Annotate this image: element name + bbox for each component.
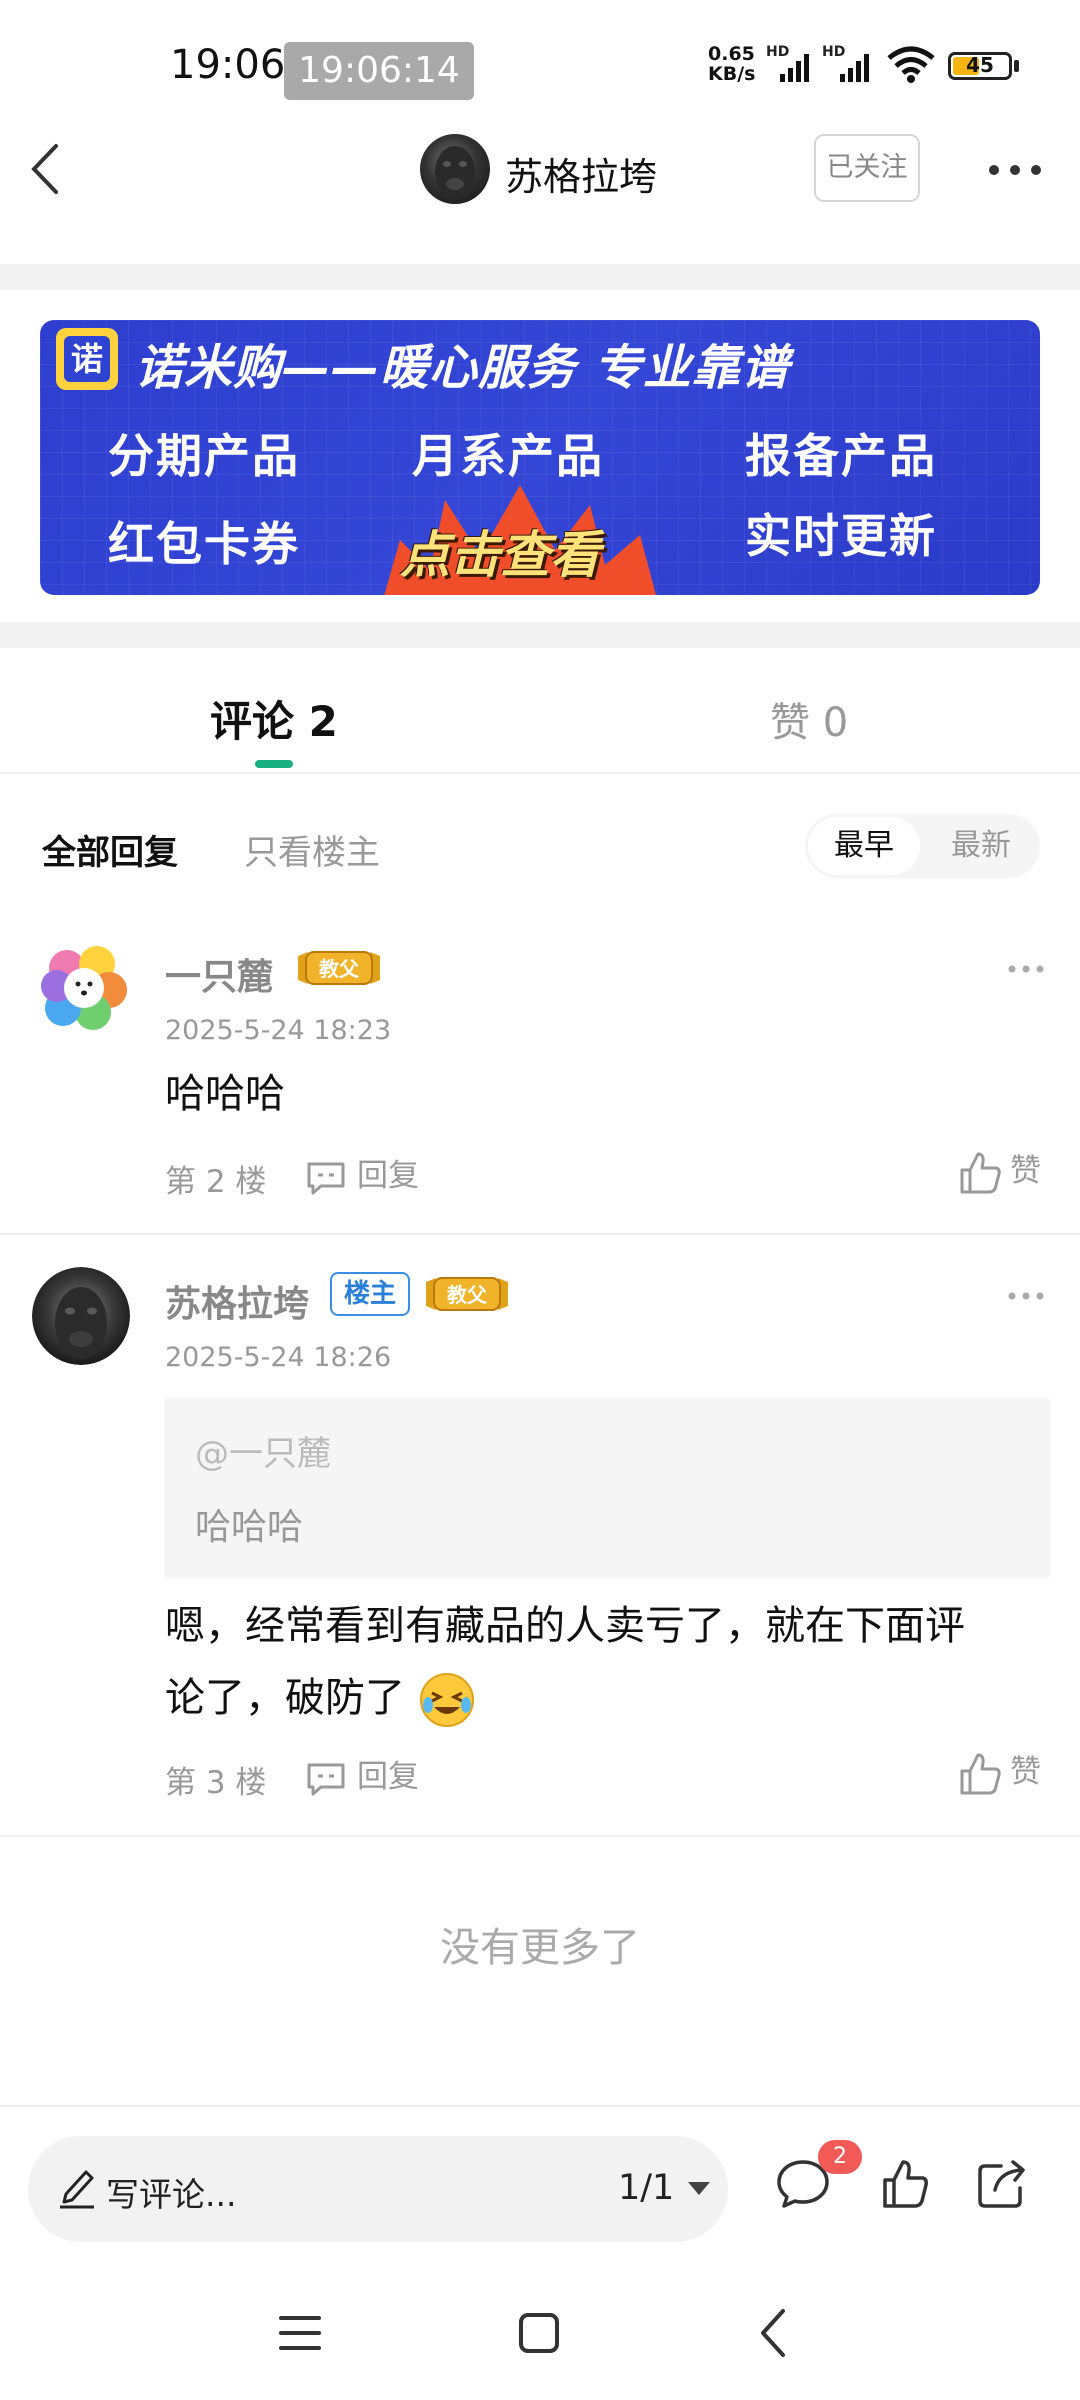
status-time: 19:06: [170, 42, 286, 88]
home-square-icon: [519, 2313, 559, 2353]
active-tab-indicator: [255, 760, 293, 768]
rank-badge-icon: 教父: [426, 1277, 508, 1311]
banner-item: 报备产品: [745, 429, 937, 483]
back-arrow-icon: [761, 2309, 785, 2357]
menu-icon: [279, 2316, 321, 2350]
network-speed: 0.65 KB/s: [708, 43, 756, 85]
commenter-name[interactable]: 苏格拉垮: [165, 1275, 309, 1327]
comment-text: 哈哈哈: [165, 1071, 285, 1117]
quoted-user: @一只麓: [195, 1434, 331, 1474]
chevron-left-icon: [31, 144, 58, 194]
write-comment-placeholder: 写评论...: [106, 2175, 237, 2214]
section-divider: [0, 622, 1080, 648]
comment-more-icon[interactable]: [1006, 1290, 1046, 1302]
quoted-text: 哈哈哈: [195, 1507, 304, 1548]
share-button[interactable]: [975, 2158, 1029, 2214]
caret-down-icon[interactable]: [688, 2182, 710, 2195]
tab-likes[interactable]: 赞 0: [770, 690, 848, 748]
commenter-avatar[interactable]: [35, 938, 133, 1036]
ad-banner[interactable]: 诺 诺米购——暖心服务 专业靠谱 分期产品 月系产品 报备产品 红包卡券 实时更…: [40, 320, 1040, 595]
nav-home-button[interactable]: [515, 2310, 563, 2360]
filter-op-only[interactable]: 只看楼主: [244, 825, 380, 874]
like-post-button[interactable]: [880, 2158, 930, 2214]
banner-item: 实时更新: [745, 509, 937, 563]
comment-more-icon[interactable]: [1006, 963, 1046, 975]
tab-divider: [0, 772, 1080, 774]
commenter-name[interactable]: 一只麓: [165, 948, 273, 1000]
comment-text-line: 论了，破防了: [165, 1662, 476, 1734]
comment-time: 2025-5-24 18:23: [165, 1015, 392, 1046]
comment-text-line: 嗯，经常看到有藏品的人卖亏了，就在下面评: [165, 1603, 965, 1649]
banner-title: 诺米购——暖心服务 专业靠谱: [135, 340, 790, 396]
laugh-cry-emoji-icon: [419, 1673, 474, 1727]
banner-item: 红包卡券: [108, 517, 300, 571]
status-bar: 19:06 19:06:14 0.65 KB/s HD HD 45: [0, 0, 1080, 130]
battery-nub: [1014, 60, 1019, 72]
commenter-avatar[interactable]: [32, 1267, 130, 1365]
sort-earliest[interactable]: 最早: [808, 817, 920, 875]
sort-newest[interactable]: 最新: [925, 817, 1037, 875]
reply-bubble-icon: [307, 1162, 345, 1194]
comment-separator: [0, 1233, 1080, 1235]
banner-item: 分期产品: [108, 429, 300, 483]
like-button[interactable]: 赞: [958, 1746, 1041, 1797]
svg-text:教父: 教父: [319, 957, 360, 981]
section-divider: [0, 264, 1080, 290]
thumbs-up-icon: [883, 2160, 928, 2208]
signal-icon-2: HD: [822, 44, 874, 90]
sort-toggle: 最早 最新: [805, 814, 1040, 878]
battery-icon: 45: [948, 52, 1012, 80]
wifi-icon: [886, 46, 936, 88]
write-comment-input[interactable]: 写评论... 1/1: [28, 2136, 728, 2242]
reply-bubble-icon: [307, 1763, 345, 1795]
floor-number: 第 3 楼: [165, 1765, 267, 1801]
more-options-button[interactable]: [980, 150, 1050, 190]
nav-back-button[interactable]: [755, 2305, 791, 2365]
comment-time: 2025-5-24 18:26: [165, 1342, 392, 1373]
banner-item: 月系产品: [412, 429, 604, 483]
no-more-text: 没有更多了: [440, 1925, 640, 1971]
author-avatar[interactable]: [420, 134, 490, 204]
filter-all-replies[interactable]: 全部回复: [42, 825, 178, 874]
pen-icon: [60, 2170, 94, 2209]
author-name[interactable]: 苏格拉垮: [505, 146, 657, 201]
thumbs-up-icon: [960, 1753, 1001, 1794]
tab-comments[interactable]: 评论 2: [210, 688, 338, 749]
follow-button[interactable]: 已关注: [814, 134, 920, 202]
reply-button[interactable]: 回复: [305, 1150, 419, 1194]
op-badge: 楼主: [330, 1272, 410, 1316]
quoted-reply: @一只麓 哈哈哈: [165, 1398, 1050, 1578]
nav-recents-button[interactable]: [275, 2310, 325, 2360]
signal-icon: HD: [766, 44, 814, 90]
comment-separator: [0, 1835, 1080, 1837]
floor-number: 第 2 楼: [165, 1164, 267, 1200]
banner-logo: 诺: [56, 328, 118, 390]
reply-button[interactable]: 回复: [305, 1751, 419, 1795]
page-indicator[interactable]: 1/1: [618, 2168, 674, 2208]
status-time-badge: 19:06:14: [284, 42, 474, 100]
back-button[interactable]: [20, 134, 80, 204]
like-button[interactable]: 赞: [958, 1145, 1041, 1196]
banner-cta: 点击查看: [400, 526, 600, 584]
rank-badge-icon: 教父: [298, 951, 380, 985]
comment-count-badge: 2: [818, 2140, 862, 2174]
share-icon: [978, 2160, 1025, 2208]
svg-text:教父: 教父: [447, 1283, 488, 1307]
thumbs-up-icon: [960, 1152, 1001, 1193]
more-dots-icon: [989, 165, 1041, 175]
